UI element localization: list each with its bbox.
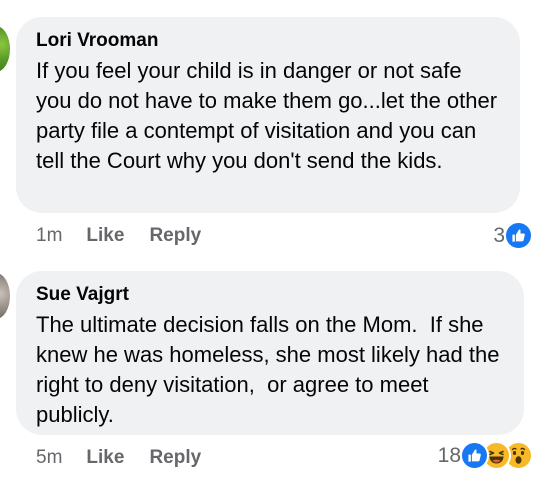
avatar[interactable] xyxy=(0,26,10,72)
comment-actions: 1m Like Reply xyxy=(36,225,226,247)
comment-bubble: Lori Vrooman If you feel your child is i… xyxy=(16,17,520,213)
comment-author[interactable]: Sue Vajgrt xyxy=(36,285,504,305)
comment-thread: Lori Vrooman If you feel your child is i… xyxy=(0,0,540,485)
like-button[interactable]: Like xyxy=(86,447,124,469)
like-icon xyxy=(460,441,489,470)
comment-actions: 5m Like Reply xyxy=(36,447,226,469)
comment-text: If you feel your child is in danger or n… xyxy=(36,58,504,173)
comment-text: The ultimate decision falls on the Mom. … xyxy=(36,312,506,427)
comment-author[interactable]: Lori Vrooman xyxy=(36,31,500,51)
reply-button[interactable]: Reply xyxy=(149,225,201,247)
reaction-summary[interactable]: 18 xyxy=(438,441,533,470)
avatar[interactable] xyxy=(0,273,10,319)
comment-timestamp[interactable]: 5m xyxy=(36,447,62,469)
reaction-count: 18 xyxy=(437,443,461,467)
comment-timestamp[interactable]: 1m xyxy=(36,225,62,247)
like-button[interactable]: Like xyxy=(86,225,124,247)
reaction-summary[interactable]: 3 xyxy=(493,221,533,250)
comment-bubble: Sue Vajgrt The ultimate decision falls o… xyxy=(16,271,524,435)
like-icon xyxy=(504,221,533,250)
reply-button[interactable]: Reply xyxy=(149,447,201,469)
